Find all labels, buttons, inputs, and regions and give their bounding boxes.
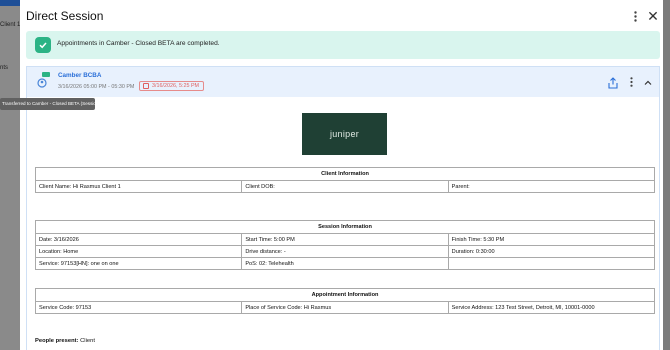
session-header: Camber BCBA 3/16/2026 05:00 PM - 05:30 P… [27, 67, 659, 97]
share-icon[interactable] [607, 76, 619, 89]
session-panel: Camber BCBA 3/16/2026 05:00 PM - 05:30 P… [26, 66, 660, 350]
location-cell: Location: Home [34, 245, 243, 258]
service-address-cell: Service Address: 123 Test Street, Detroi… [447, 301, 656, 314]
session-information-table: Session Information Date: 3/16/2026 Star… [34, 220, 656, 270]
client-information-table: Client Information Client Name: Hi Rasmu… [34, 167, 656, 193]
service-cell: Service: 97153[HN]: one on one [34, 257, 243, 270]
people-present-label: People present: [35, 338, 79, 344]
calendar-icon [143, 83, 149, 89]
tooltip: Transferred to Camber - Closed BETA (Ses… [0, 98, 95, 110]
user-avatar-icon [37, 72, 53, 90]
more-options-icon[interactable] [629, 9, 641, 23]
client-info-title: Client Information [35, 167, 655, 181]
appointment-information-table: Appointment Information Service Code: 97… [34, 288, 656, 314]
table-row: Location: Home Drive distance: - Duratio… [34, 245, 656, 258]
people-present: People present: Client [35, 338, 95, 344]
background-sidebar-text: Client 1 [0, 22, 21, 28]
service-code-cell: Service Code: 97153 [34, 301, 243, 314]
place-of-service-cell: Place of Service Code: Hi Rasmus [241, 301, 449, 314]
people-present-value: Client [80, 338, 95, 344]
drive-distance-cell: Drive distance: - [241, 245, 449, 258]
background-right [663, 0, 670, 350]
direct-session-dialog: Direct Session ✕ Appointments in Camber … [20, 0, 663, 350]
empty-cell [447, 257, 656, 270]
session-info-title: Session Information [35, 220, 655, 234]
pos-cell: PoS: 02: Telehealth [241, 257, 449, 270]
signed-date-text: 3/16/2026, 5:25 PM [152, 83, 200, 89]
dialog-title: Direct Session [26, 9, 104, 23]
client-name-cell: Client Name: Hi Rasmus Client 1 [34, 180, 243, 193]
table-row: Date: 3/16/2026 Start Time: 5:00 PM Fini… [34, 233, 656, 246]
duration-cell: Duration: 0:30:00 [447, 245, 656, 258]
table-row: Service: 97153[HN]: one on one PoS: 02: … [34, 257, 656, 270]
alert-text: Appointments in Camber - Closed BETA are… [57, 40, 220, 47]
client-dob-cell: Client DOB: [241, 180, 449, 193]
logo-text: juniper [329, 129, 360, 139]
parent-cell: Parent: [447, 180, 656, 193]
chevron-up-icon[interactable] [642, 76, 654, 88]
background-sidebar: amberp Client 1 nts [0, 0, 20, 350]
close-icon[interactable]: ✕ [646, 9, 660, 23]
appointment-info-title: Appointment Information [35, 288, 655, 302]
background-sidebar-text: nts [0, 65, 9, 71]
date-cell: Date: 3/16/2026 [34, 233, 243, 246]
session-time-range: 3/16/2026 05:00 PM - 05:30 PM [58, 84, 135, 90]
finish-time-cell: Finish Time: 5:30 PM [447, 233, 656, 246]
start-time-cell: Start Time: 5:00 PM [241, 233, 449, 246]
juniper-logo: juniper [302, 113, 387, 155]
success-alert: Appointments in Camber - Closed BETA are… [26, 31, 660, 59]
provider-name[interactable]: Camber BCBA [58, 72, 101, 79]
signed-date-badge: 3/16/2026, 5:25 PM [139, 81, 205, 91]
check-icon [35, 37, 51, 53]
session-more-icon[interactable] [627, 76, 635, 88]
